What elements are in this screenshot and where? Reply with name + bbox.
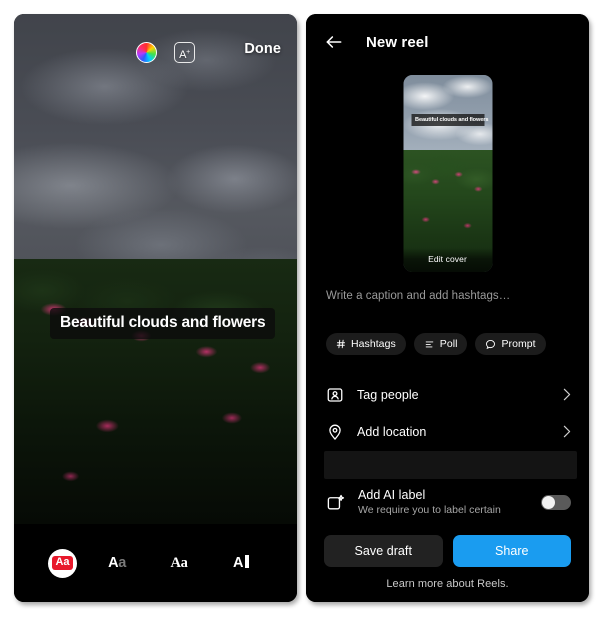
font-style-typewriter-label: A (233, 555, 250, 571)
chevron-right-icon (563, 388, 571, 401)
save-draft-button[interactable]: Save draft (324, 535, 443, 567)
action-buttons: Save draft Share (324, 535, 571, 567)
screenshot-root: Beautiful clouds and flowers A+ Done Aa … (0, 0, 600, 619)
font-style-classic[interactable]: Aa (48, 548, 77, 578)
share-button[interactable]: Share (452, 535, 571, 567)
location-pin-icon (329, 424, 341, 440)
caption-overlay-label: Beautiful clouds and flowers (60, 314, 266, 331)
photo-editor-panel: Beautiful clouds and flowers A+ Done Aa … (14, 14, 297, 602)
font-style-bar: Aa Aa Aa A (14, 524, 297, 602)
new-reel-panel: New reel Beautiful clouds and flowers Ed… (306, 14, 589, 602)
ai-label-title: Add AI label (358, 488, 426, 502)
foliage-region (14, 259, 297, 524)
chip-prompt[interactable]: Prompt (475, 333, 546, 355)
row-add-location-label: Add location (357, 424, 427, 439)
font-style-typewriter[interactable]: A (219, 541, 263, 585)
chip-hashtags-label: Hashtags (351, 338, 396, 350)
photo-canvas[interactable]: Beautiful clouds and flowers (14, 14, 297, 524)
option-rows: Tag people Add location (306, 376, 589, 450)
chip-poll[interactable]: Poll (413, 333, 468, 355)
back-arrow-icon[interactable] (324, 32, 344, 52)
cover-caption-overlay: Beautiful clouds and flowers (411, 114, 488, 126)
cover-thumbnail[interactable]: Beautiful clouds and flowers Edit cover (403, 75, 492, 272)
editor-toolbar (14, 14, 297, 58)
new-reel-screen: New reel Beautiful clouds and flowers Ed… (306, 14, 589, 602)
partial-row-placeholder (324, 451, 577, 479)
chip-hashtags[interactable]: Hashtags (326, 333, 406, 355)
font-style-neon-label: Aa (170, 554, 188, 571)
font-style-modern-label: Aa (108, 554, 126, 571)
ai-label-toggle-knob (542, 495, 555, 509)
page-title: New reel (366, 33, 429, 51)
caption-input[interactable]: Write a caption and add hashtags… (326, 290, 569, 302)
prompt-icon (485, 339, 496, 350)
row-add-ai-label[interactable]: Add AI label We require you to label cer… (306, 488, 589, 516)
hashtag-icon (336, 339, 346, 349)
poll-icon (424, 339, 435, 349)
chip-poll-label: Poll (439, 338, 458, 350)
chip-prompt-label: Prompt (501, 338, 536, 350)
row-add-location[interactable]: Add location (306, 413, 589, 450)
ai-label-subtitle: We require you to label certain (358, 504, 501, 516)
caption-text-overlay[interactable]: Beautiful clouds and flowers (50, 308, 276, 339)
ai-label-toggle[interactable] (541, 494, 571, 510)
row-tag-people-label: Tag people (357, 387, 419, 402)
tag-people-icon (327, 387, 343, 402)
font-style-classic-label: Aa (52, 556, 73, 570)
new-reel-header: New reel (306, 14, 589, 70)
row-tag-people[interactable]: Tag people (306, 376, 589, 413)
learn-more-link[interactable]: Learn more about Reels. (306, 578, 589, 590)
chevron-right-icon (563, 425, 571, 438)
caption-tools-chips: Hashtags Poll Prompt (326, 333, 546, 355)
edit-cover-button[interactable]: Edit cover (403, 248, 492, 272)
font-style-modern[interactable]: Aa (95, 541, 139, 585)
ai-sparkle-icon (327, 494, 345, 510)
font-style-neon[interactable]: Aa (157, 541, 201, 585)
ai-label-text: Add AI label We require you to label cer… (358, 488, 541, 516)
